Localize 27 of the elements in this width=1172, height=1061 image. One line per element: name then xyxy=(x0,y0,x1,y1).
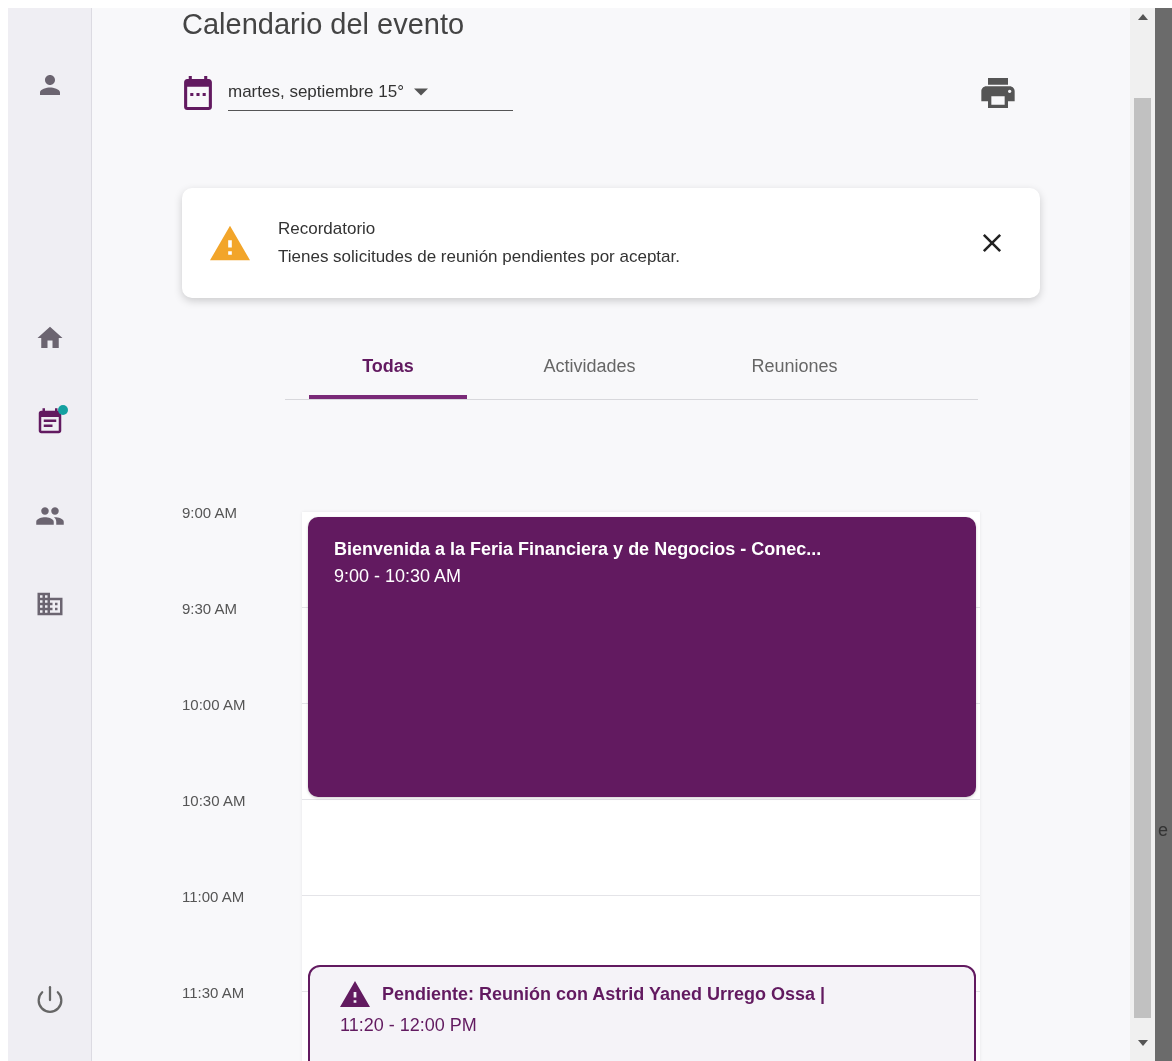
time-label: 10:00 AM xyxy=(182,696,247,715)
scroll-up-icon xyxy=(1137,14,1148,20)
event-title: Bienvenida a la Feria Financiera y de Negocios - Conec... xyxy=(334,539,823,560)
alert-message: Tienes solicitudes de reunión pendientes por aceptar. xyxy=(278,247,681,267)
filter-tab[interactable]: Reuniones xyxy=(692,348,897,399)
warning-icon xyxy=(340,979,370,1009)
activity-event[interactable]: Bienvenida a la Feria Financiera y de Negocios - Conec... 9:00 - 10:30 AM xyxy=(308,517,976,797)
event-title: Pendiente: Reunión con Astrid Yaned Urrego Ossa | xyxy=(382,983,826,1005)
caret-icon xyxy=(413,87,428,96)
time-label: 9:00 AM xyxy=(182,504,239,523)
time-label: 11:30 AM xyxy=(182,984,246,1003)
event-time: 9:00 - 10:30 AM xyxy=(334,566,463,587)
scrollbar[interactable] xyxy=(1130,8,1155,1061)
pending-meeting-event[interactable]: Pendiente: Reunión con Astrid Yaned Urrego Ossa | 11:20 - 12:00 PM xyxy=(308,965,976,1061)
filter-tab[interactable]: Actividades xyxy=(487,348,692,399)
scroll-down-icon xyxy=(1137,1040,1148,1046)
page-title: Calendario del evento xyxy=(182,8,466,42)
time-label: 11:00 AM xyxy=(182,888,246,907)
scroll-thumb[interactable] xyxy=(1134,98,1151,1018)
background-text: e xyxy=(1158,820,1168,841)
time-label: 10:30 AM xyxy=(182,792,247,811)
time-label: 9:30 AM xyxy=(182,600,239,619)
date-dropdown[interactable]: martes, septiembre 15° xyxy=(228,75,513,111)
filter-tab[interactable]: Todas xyxy=(309,348,467,399)
event-time: 11:20 - 12:00 PM xyxy=(340,1015,478,1036)
alert-title: Recordatorio xyxy=(278,219,377,239)
calendar-icon xyxy=(182,76,214,110)
